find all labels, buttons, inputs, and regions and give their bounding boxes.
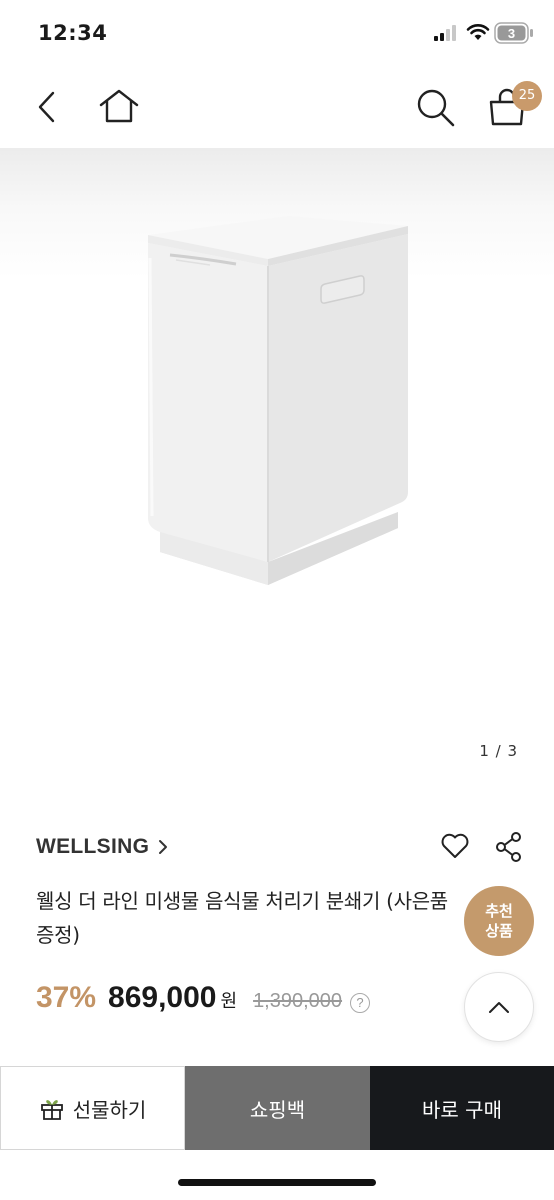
- original-price: 1,390,000: [253, 990, 343, 1012]
- price-help-icon[interactable]: ?: [350, 993, 371, 1013]
- status-bar: 12:34 3: [0, 0, 554, 66]
- share-button[interactable]: [494, 831, 524, 867]
- recommend-label-line1: 추천: [485, 902, 513, 920]
- search-button[interactable]: [416, 88, 456, 132]
- purchase-action-bar: 선물하기 쇼핑백 바로 구매: [0, 1066, 554, 1150]
- add-to-cart-button[interactable]: 쇼핑백: [185, 1066, 370, 1150]
- scroll-to-top-button[interactable]: [464, 972, 534, 1042]
- currency-unit: 원: [220, 991, 238, 1012]
- recommend-label-line2: 상품: [485, 922, 513, 940]
- buy-now-button[interactable]: 바로 구매: [370, 1066, 554, 1150]
- discount-rate: 37%: [36, 981, 97, 1014]
- gift-icon: [40, 1100, 63, 1120]
- gift-button[interactable]: 선물하기: [0, 1066, 185, 1150]
- home-icon: [99, 89, 139, 123]
- wifi-icon: [466, 24, 490, 40]
- share-icon: [496, 832, 521, 862]
- chevron-up-icon: [489, 1002, 509, 1013]
- brand-link[interactable]: WELLSING: [36, 832, 169, 862]
- gift-label: 선물하기: [72, 1097, 147, 1122]
- recommended-products-button[interactable]: 추천 상품: [464, 886, 534, 956]
- home-button[interactable]: [98, 88, 140, 128]
- battery-level: 3: [508, 26, 515, 41]
- home-indicator: [178, 1179, 376, 1186]
- cart-count-badge: 25: [512, 81, 542, 111]
- search-icon: [417, 89, 455, 127]
- battery-icon: 3: [494, 22, 533, 44]
- brand-name: WELLSING: [36, 835, 150, 858]
- price-row: 37% 869,000 원 1,390,000 ?: [36, 981, 371, 1017]
- wishlist-button[interactable]: [440, 832, 470, 864]
- product-image: [148, 216, 408, 585]
- heart-icon: [441, 833, 469, 858]
- product-image-gallery[interactable]: 1 / 3: [0, 148, 554, 788]
- cellular-signal-icon: [434, 25, 456, 41]
- product-title: 웰싱 더 라인 미생물 음식물 처리기 분쇄기 (사은품 증정): [36, 889, 448, 947]
- chevron-right-icon: [159, 840, 168, 854]
- back-button[interactable]: [36, 90, 58, 128]
- image-counter: 1 / 3: [479, 742, 518, 760]
- back-arrow-icon: [38, 91, 55, 123]
- sale-price: 869,000: [108, 981, 217, 1014]
- status-time: 12:34: [38, 21, 108, 45]
- top-navigation: [0, 70, 554, 146]
